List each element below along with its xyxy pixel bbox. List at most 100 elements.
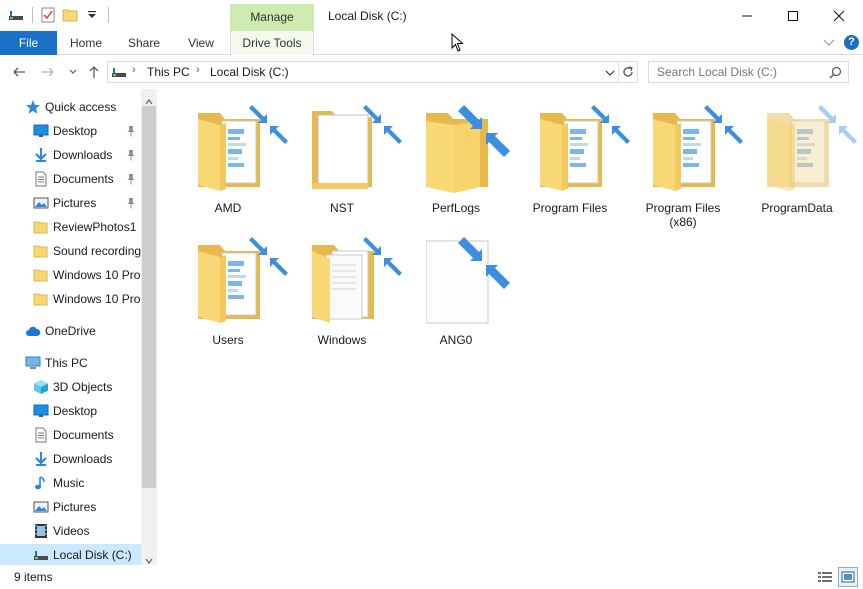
- toolbar-separator: [32, 7, 33, 23]
- recent-locations-button[interactable]: [65, 64, 81, 80]
- folder-item[interactable]: PerfLogs: [406, 95, 510, 225]
- drive-icon[interactable]: [8, 7, 24, 23]
- breadcrumb-separator[interactable]: ›: [132, 64, 136, 76]
- pin-icon[interactable]: [126, 125, 136, 137]
- pin-icon[interactable]: [126, 149, 136, 161]
- nav-item[interactable]: This PC: [0, 352, 141, 374]
- nav-item[interactable]: Windows 10 Pro: [0, 264, 141, 286]
- compressed-folder-icon: [653, 105, 743, 197]
- nav-item-label: Pictures: [53, 500, 97, 514]
- forward-button[interactable]: [40, 64, 56, 80]
- refresh-icon[interactable]: [621, 65, 635, 79]
- nav-item[interactable]: Sound recordings: [0, 240, 141, 262]
- nav-item-label: 3D Objects: [53, 380, 113, 394]
- drive-icon: [111, 65, 127, 79]
- status-bar: 9 items: [0, 565, 863, 589]
- scroll-down-icon[interactable]: [145, 553, 153, 564]
- nav-item[interactable]: Downloads: [0, 144, 141, 166]
- nav-item[interactable]: Documents: [0, 424, 141, 446]
- folder-item[interactable]: ProgramData: [747, 95, 857, 225]
- tab-drive-tools[interactable]: Drive Tools: [231, 31, 313, 55]
- nav-scrollbar[interactable]: [141, 89, 157, 565]
- download-icon: [33, 451, 49, 467]
- nav-item[interactable]: Videos: [0, 520, 141, 542]
- nav-item-label: Desktop: [53, 124, 98, 138]
- video-icon: [33, 523, 49, 539]
- search-icon[interactable]: [829, 66, 842, 79]
- tab-view[interactable]: View: [178, 31, 224, 55]
- document-icon: [33, 171, 49, 187]
- document-icon: [33, 427, 49, 443]
- compressed-folder-icon: [767, 105, 857, 197]
- breadcrumb-this-pc[interactable]: This PC: [147, 65, 190, 79]
- file-list[interactable]: AMD NST PerfLogs Program Files Program Files…: [157, 89, 863, 565]
- music-icon: [33, 475, 49, 491]
- folder-item[interactable]: AMD: [178, 95, 288, 225]
- nav-item-label: Downloads: [53, 452, 113, 466]
- compressed-folder-icon: [312, 237, 402, 329]
- scroll-up-icon[interactable]: [145, 94, 153, 105]
- folder-icon: [33, 219, 49, 235]
- nav-item-label: Quick access: [45, 100, 117, 114]
- expand-ribbon-icon[interactable]: [822, 37, 836, 49]
- file-item[interactable]: ANG0: [406, 227, 510, 357]
- compressed-file-icon: [425, 237, 510, 329]
- nav-item[interactable]: 3D Objects: [0, 376, 141, 398]
- nav-item[interactable]: Local Disk (C:): [0, 544, 141, 565]
- item-name: AMD: [214, 201, 242, 215]
- tab-share[interactable]: Share: [121, 31, 167, 55]
- address-bar[interactable]: › This PC › Local Disk (C:): [107, 61, 638, 83]
- nav-item[interactable]: Quick access: [0, 96, 141, 118]
- folder-item[interactable]: Windows: [292, 227, 402, 357]
- back-button[interactable]: [11, 64, 27, 80]
- properties-icon[interactable]: [40, 7, 56, 23]
- customize-toolbar-icon[interactable]: [84, 7, 100, 23]
- close-button[interactable]: [816, 0, 862, 31]
- new-folder-icon[interactable]: [62, 7, 78, 23]
- nav-item[interactable]: Documents: [0, 168, 141, 190]
- up-button[interactable]: [86, 64, 102, 80]
- nav-item[interactable]: Downloads: [0, 448, 141, 470]
- nav-item[interactable]: Desktop: [0, 400, 141, 422]
- nav-item-label: This PC: [45, 356, 88, 370]
- item-name: PerfLogs: [431, 201, 481, 215]
- search-box[interactable]: Search Local Disk (C:): [648, 61, 849, 83]
- nav-item[interactable]: Pictures: [0, 192, 141, 214]
- details-view-button[interactable]: [815, 567, 835, 587]
- breadcrumb-separator[interactable]: ›: [196, 64, 200, 76]
- compressed-folder-icon: [540, 105, 630, 197]
- tab-home[interactable]: Home: [63, 31, 109, 55]
- mouse-cursor-icon: [451, 32, 465, 53]
- folder-item[interactable]: NST: [292, 95, 402, 225]
- maximize-button[interactable]: [770, 0, 816, 31]
- nav-item-label: Videos: [53, 524, 90, 538]
- large-icons-view-button[interactable]: [838, 567, 858, 587]
- item-count: 9 items: [14, 570, 53, 584]
- nav-item[interactable]: ReviewPhotos1: [0, 216, 141, 238]
- nav-item[interactable]: Music: [0, 472, 141, 494]
- address-dropdown-icon[interactable]: [605, 67, 615, 77]
- pin-icon[interactable]: [126, 197, 136, 209]
- search-input[interactable]: Search Local Disk (C:): [657, 65, 777, 79]
- nav-item[interactable]: Windows 10 Pro: [0, 288, 141, 310]
- tab-file[interactable]: File: [0, 31, 57, 55]
- folder-item[interactable]: Program Files (x86): [633, 95, 743, 229]
- computer-icon: [25, 355, 41, 371]
- folder-icon: [33, 243, 49, 259]
- help-button[interactable]: ?: [844, 35, 859, 50]
- nav-item[interactable]: Desktop: [0, 120, 141, 142]
- manage-tab[interactable]: Manage: [230, 4, 314, 31]
- scroll-thumb[interactable]: [142, 106, 156, 488]
- nav-item-label: Windows 10 Pro: [53, 268, 141, 282]
- breadcrumb-local-disk[interactable]: Local Disk (C:): [210, 65, 289, 79]
- navigation-pane[interactable]: Quick access Desktop Downloads Documents Pic…: [0, 89, 157, 565]
- nav-item[interactable]: Pictures: [0, 496, 141, 518]
- nav-item[interactable]: OneDrive: [0, 320, 141, 342]
- pictures-icon: [33, 195, 49, 211]
- item-name: Windows: [317, 333, 367, 347]
- folder-item[interactable]: Program Files: [520, 95, 630, 225]
- folder-item[interactable]: Users: [178, 227, 288, 357]
- minimize-button[interactable]: [724, 0, 770, 31]
- pin-icon[interactable]: [126, 173, 136, 185]
- nav-item-label: Desktop: [53, 404, 98, 418]
